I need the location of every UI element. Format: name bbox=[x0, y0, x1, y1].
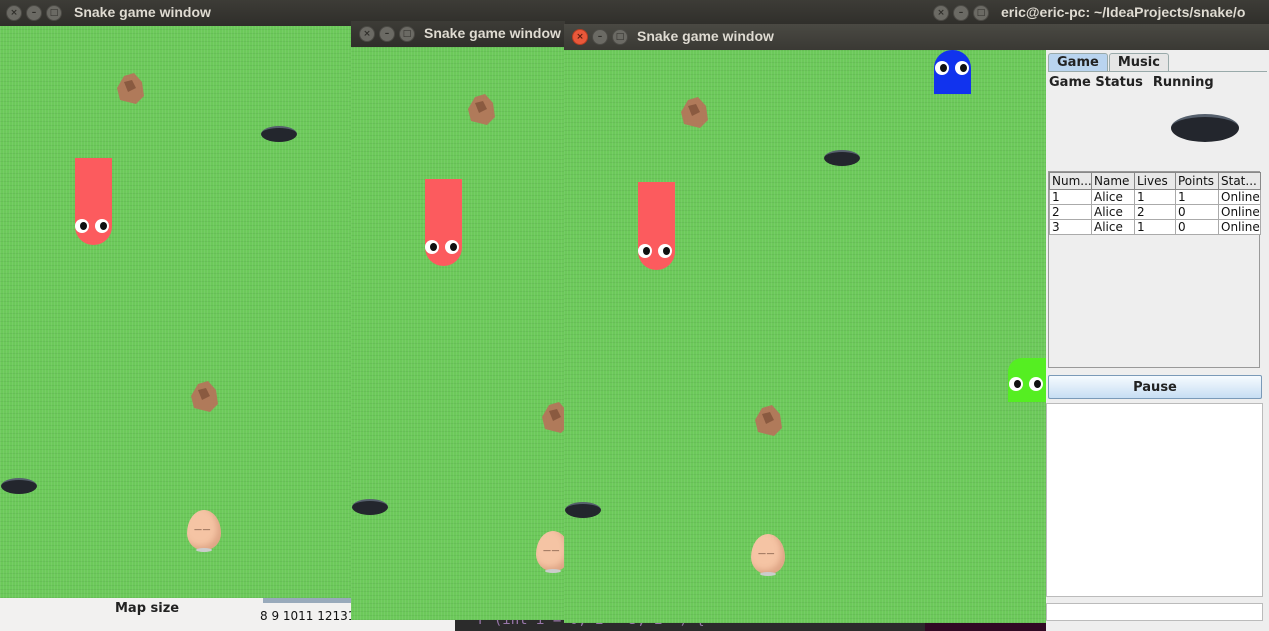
table-cell: Alice bbox=[1091, 219, 1135, 235]
column-header[interactable]: Points bbox=[1175, 172, 1219, 190]
egg-icon bbox=[187, 510, 221, 552]
window-title: Snake game window bbox=[74, 4, 211, 20]
hole-icon bbox=[565, 502, 601, 518]
tab-game[interactable]: Game bbox=[1048, 53, 1108, 72]
table-row[interactable]: 3 Alice 1 0 Online bbox=[1049, 219, 1261, 235]
terminal-title: eric@eric-pc: ~/IdeaProjects/snake/o bbox=[1001, 4, 1246, 20]
close-icon[interactable]: × bbox=[359, 26, 375, 42]
rock-icon bbox=[678, 94, 710, 130]
rock-icon bbox=[188, 378, 220, 414]
game-field-1[interactable] bbox=[0, 26, 352, 598]
pause-button[interactable]: Pause bbox=[1048, 375, 1262, 399]
table-header-row: Num... Name Lives Points Stat... bbox=[1049, 172, 1261, 190]
table-cell: 1 bbox=[1049, 189, 1092, 205]
hole-icon bbox=[352, 499, 388, 515]
table-cell: Alice bbox=[1091, 189, 1135, 205]
game-status-value: Running bbox=[1152, 75, 1214, 90]
table-cell: 2 bbox=[1134, 204, 1176, 220]
table-cell: 0 bbox=[1175, 219, 1219, 235]
game-field-2[interactable] bbox=[351, 47, 565, 620]
table-cell: Online bbox=[1218, 189, 1261, 205]
table-cell: 3 bbox=[1049, 219, 1092, 235]
minimize-icon[interactable]: – bbox=[26, 5, 42, 21]
snake bbox=[425, 179, 462, 266]
rock-icon bbox=[465, 91, 497, 127]
window-title: Snake game window bbox=[637, 28, 774, 44]
minimize-icon[interactable]: – bbox=[379, 26, 395, 42]
close-icon[interactable]: × bbox=[933, 5, 949, 21]
table-cell: 1 bbox=[1134, 219, 1176, 235]
snake bbox=[75, 158, 112, 245]
green-snake bbox=[1008, 358, 1046, 402]
table-row[interactable]: 2 Alice 2 0 Online bbox=[1049, 204, 1261, 220]
table-cell: Alice bbox=[1091, 204, 1135, 220]
window-2-titlebar[interactable]: × – □ Snake game window bbox=[351, 21, 565, 47]
terminal-titlebar[interactable]: × – □ eric@eric-pc: ~/IdeaProjects/snake… bbox=[925, 0, 1269, 26]
maximize-icon[interactable]: □ bbox=[612, 29, 628, 45]
window-title: Snake game window bbox=[424, 25, 561, 41]
table-cell: 2 bbox=[1049, 204, 1092, 220]
game-status: Game Status Running bbox=[1049, 75, 1214, 90]
rock-icon bbox=[752, 402, 784, 438]
close-icon[interactable]: × bbox=[572, 29, 588, 45]
table-row[interactable]: 1 Alice 1 1 Online bbox=[1049, 189, 1261, 205]
minimize-icon[interactable]: – bbox=[953, 5, 969, 21]
table-cell: 1 bbox=[1175, 189, 1219, 205]
hole-icon bbox=[1, 478, 37, 494]
table-cell: 1 bbox=[1134, 189, 1176, 205]
hole-icon bbox=[261, 126, 297, 142]
table-cell: Online bbox=[1218, 204, 1261, 220]
egg-icon bbox=[536, 531, 565, 573]
map-size-label: Map size bbox=[115, 601, 180, 616]
window-3-titlebar[interactable]: × – □ Snake game window bbox=[564, 24, 1269, 50]
rock-icon bbox=[539, 399, 565, 435]
egg-icon bbox=[751, 534, 785, 576]
column-header[interactable]: Stat... bbox=[1218, 172, 1261, 190]
hole-icon bbox=[824, 150, 860, 166]
game-status-label: Game Status bbox=[1049, 75, 1143, 90]
maximize-icon[interactable]: □ bbox=[46, 5, 62, 21]
hole-icon bbox=[1171, 114, 1239, 142]
tab-bar: Game Music bbox=[1048, 53, 1170, 72]
maximize-icon[interactable]: □ bbox=[399, 26, 415, 42]
side-panel: Game Music Game Status Running Num... Nam… bbox=[1046, 50, 1269, 631]
players-table[interactable]: Num... Name Lives Points Stat... 1 Alice… bbox=[1048, 171, 1261, 368]
chat-input[interactable] bbox=[1046, 603, 1263, 621]
table-cell: 0 bbox=[1175, 204, 1219, 220]
rock-icon bbox=[114, 70, 146, 106]
chat-log-area[interactable] bbox=[1046, 403, 1263, 597]
blue-snake bbox=[934, 50, 971, 94]
snake bbox=[638, 182, 675, 270]
game-field-3[interactable] bbox=[564, 50, 1046, 623]
table-cell: Online bbox=[1218, 219, 1261, 235]
close-icon[interactable]: × bbox=[6, 5, 22, 21]
minimize-icon[interactable]: – bbox=[592, 29, 608, 45]
column-header[interactable]: Lives bbox=[1134, 172, 1176, 190]
maximize-icon[interactable]: □ bbox=[973, 5, 989, 21]
tab-music[interactable]: Music bbox=[1108, 53, 1169, 72]
column-header[interactable]: Num... bbox=[1049, 172, 1092, 190]
column-header[interactable]: Name bbox=[1091, 172, 1135, 190]
